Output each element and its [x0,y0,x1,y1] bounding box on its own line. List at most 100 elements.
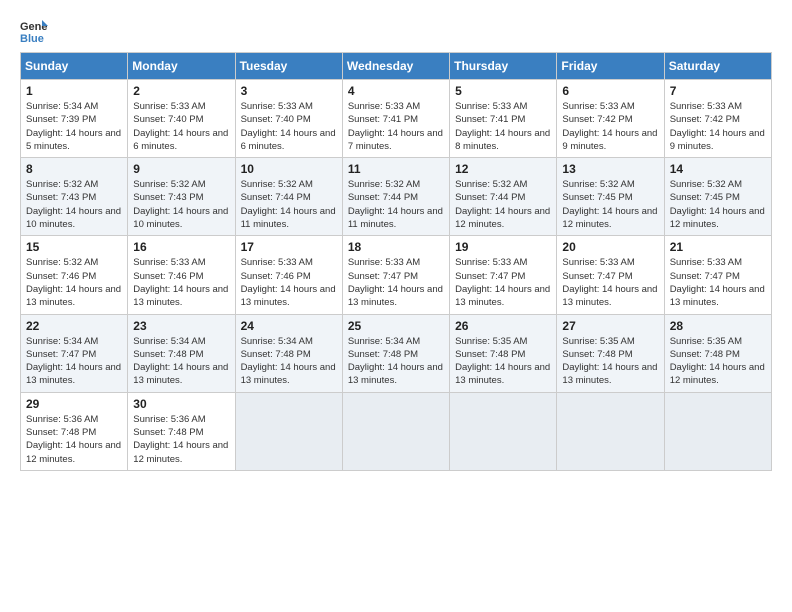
calendar-cell: 8 Sunrise: 5:32 AMSunset: 7:43 PMDaylight… [21,158,128,236]
daylight-label: Daylight: 14 hours and 11 minutes. [241,206,336,230]
sunset-label: Sunset: 7:46 PM [26,271,96,282]
calendar-cell: 18Sunrise: 5:33 AMSunset: 7:47 PMDayligh… [342,236,449,314]
daylight-label: Daylight: 14 hours and 13 minutes. [348,284,443,308]
daylight-label: Daylight: 14 hours and 12 minutes. [670,206,765,230]
sunrise-label: Sunrise: 5:32 AM [26,257,98,268]
col-header-saturday: Saturday [664,53,771,80]
daylight-label: Daylight: 14 hours and 10 minutes. [26,206,121,230]
daylight-label: Daylight: 14 hours and 13 minutes. [241,284,336,308]
sunset-label: Sunset: 7:40 PM [241,114,311,125]
calendar-cell: 3Sunrise: 5:33 AMSunset: 7:40 PMDaylight… [235,80,342,158]
sunset-label: Sunset: 7:48 PM [133,349,203,360]
svg-text:Blue: Blue [20,33,44,44]
day-number: 28 [670,319,766,333]
day-info: Sunrise: 5:35 AMSunset: 7:48 PMDaylight:… [670,335,766,388]
calendar-week-4: 22Sunrise: 5:34 AMSunset: 7:47 PMDayligh… [21,314,772,392]
day-info: Sunrise: 5:34 AMSunset: 7:48 PMDaylight:… [348,335,444,388]
day-info: Sunrise: 5:36 AMSunset: 7:48 PMDaylight:… [26,413,122,466]
day-number: 15 [26,240,122,254]
day-info: Sunrise: 5:33 AMSunset: 7:41 PMDaylight:… [455,100,551,153]
sunrise-label: Sunrise: 5:32 AM [133,179,205,190]
col-header-sunday: Sunday [21,53,128,80]
calendar-cell: 12Sunrise: 5:32 AMSunset: 7:44 PMDayligh… [450,158,557,236]
calendar-cell: 26Sunrise: 5:35 AMSunset: 7:48 PMDayligh… [450,314,557,392]
sunset-label: Sunset: 7:47 PM [455,271,525,282]
day-info: Sunrise: 5:33 AMSunset: 7:42 PMDaylight:… [670,100,766,153]
day-number: 2 [133,84,229,98]
day-info: Sunrise: 5:35 AMSunset: 7:48 PMDaylight:… [455,335,551,388]
header: General Blue [20,16,772,44]
calendar-cell [557,392,664,470]
day-info: Sunrise: 5:32 AMSunset: 7:43 PMDaylight:… [26,178,122,231]
calendar-week-3: 15 Sunrise: 5:32 AM Sunset: 7:46 PM Dayligh… [21,236,772,314]
col-header-thursday: Thursday [450,53,557,80]
sunset-label: Sunset: 7:47 PM [348,271,418,282]
daylight-label: Daylight: 14 hours and 13 minutes. [455,362,550,386]
daylight-label: Daylight: 14 hours and 8 minutes. [455,128,550,152]
day-info: Sunrise: 5:33 AMSunset: 7:47 PMDaylight:… [562,256,658,309]
calendar-cell: 21Sunrise: 5:33 AMSunset: 7:47 PMDayligh… [664,236,771,314]
day-number: 5 [455,84,551,98]
sunset-label: Sunset: 7:43 PM [133,192,203,203]
day-number: 6 [562,84,658,98]
daylight-label: Daylight: 14 hours and 13 minutes. [455,284,550,308]
day-info: Sunrise: 5:36 AMSunset: 7:48 PMDaylight:… [133,413,229,466]
sunset-label: Sunset: 7:47 PM [26,349,96,360]
sunrise-label: Sunrise: 5:33 AM [241,257,313,268]
calendar-cell: 4Sunrise: 5:33 AMSunset: 7:41 PMDaylight… [342,80,449,158]
calendar-cell: 13Sunrise: 5:32 AMSunset: 7:45 PMDayligh… [557,158,664,236]
day-info: Sunrise: 5:34 AMSunset: 7:48 PMDaylight:… [241,335,337,388]
day-info: Sunrise: 5:34 AMSunset: 7:48 PMDaylight:… [133,335,229,388]
sunset-label: Sunset: 7:41 PM [348,114,418,125]
day-info: Sunrise: 5:33 AMSunset: 7:42 PMDaylight:… [562,100,658,153]
daylight-label: Daylight: 14 hours and 12 minutes. [133,440,228,464]
sunrise-label: Sunrise: 5:34 AM [348,336,420,347]
day-info: Sunrise: 5:32 AMSunset: 7:44 PMDaylight:… [348,178,444,231]
sunset-label: Sunset: 7:48 PM [455,349,525,360]
sunset-label: Sunset: 7:48 PM [26,427,96,438]
calendar-cell: 20Sunrise: 5:33 AMSunset: 7:47 PMDayligh… [557,236,664,314]
daylight-label: Daylight: 14 hours and 13 minutes. [562,362,657,386]
sunset-label: Sunset: 7:41 PM [455,114,525,125]
calendar-cell [664,392,771,470]
calendar-cell [342,392,449,470]
daylight-label: Daylight: 14 hours and 12 minutes. [26,440,121,464]
sunset-label: Sunset: 7:48 PM [241,349,311,360]
daylight-label: Daylight: 14 hours and 13 minutes. [133,362,228,386]
calendar-header-row: SundayMondayTuesdayWednesdayThursdayFrid… [21,53,772,80]
calendar-cell: 24Sunrise: 5:34 AMSunset: 7:48 PMDayligh… [235,314,342,392]
day-info: Sunrise: 5:33 AMSunset: 7:40 PMDaylight:… [133,100,229,153]
sunrise-label: Sunrise: 5:34 AM [241,336,313,347]
sunset-label: Sunset: 7:48 PM [348,349,418,360]
day-number: 8 [26,162,122,176]
calendar-cell: 28 Sunrise: 5:35 AMSunset: 7:48 PMDayligh… [664,314,771,392]
calendar-cell: 1Sunrise: 5:34 AMSunset: 7:39 PMDaylight… [21,80,128,158]
sunset-label: Sunset: 7:48 PM [562,349,632,360]
calendar-cell: 19Sunrise: 5:33 AMSunset: 7:47 PMDayligh… [450,236,557,314]
daylight-label: Daylight: 14 hours and 13 minutes. [670,284,765,308]
sunrise-label: Sunrise: 5:33 AM [133,257,205,268]
sunrise-label: Sunrise: 5:33 AM [562,101,634,112]
daylight-label: Daylight: 14 hours and 10 minutes. [133,206,228,230]
day-number: 30 [133,397,229,411]
day-number: 17 [241,240,337,254]
day-number: 10 [241,162,337,176]
daylight-label: Daylight: 14 hours and 6 minutes. [133,128,228,152]
sunrise-label: Sunrise: 5:33 AM [348,257,420,268]
sunset-label: Sunset: 7:44 PM [348,192,418,203]
day-info: Sunrise: 5:34 AMSunset: 7:39 PMDaylight:… [26,100,122,153]
calendar-cell: 15Sunrise: 5:32 AMSunset: 7:46 PMDayligh… [21,236,128,314]
calendar-cell: 16Sunrise: 5:33 AMSunset: 7:46 PMDayligh… [128,236,235,314]
day-info: Sunrise: 5:33 AMSunset: 7:47 PMDaylight:… [455,256,551,309]
day-info: Sunrise: 5:32 AMSunset: 7:44 PMDaylight:… [241,178,337,231]
daylight-label: Daylight: 14 hours and 9 minutes. [562,128,657,152]
daylight-label: Daylight: 14 hours and 6 minutes. [241,128,336,152]
daylight-label: Daylight: 14 hours and 12 minutes. [670,362,765,386]
day-info: Sunrise: 5:33 AMSunset: 7:40 PMDaylight:… [241,100,337,153]
day-number: 13 [562,162,658,176]
sunrise-label: Sunrise: 5:33 AM [562,257,634,268]
sunrise-label: Sunrise: 5:36 AM [133,414,205,425]
day-info: Sunrise: 5:33 AMSunset: 7:41 PMDaylight:… [348,100,444,153]
calendar-cell: 6 Sunrise: 5:33 AMSunset: 7:42 PMDaylight… [557,80,664,158]
col-header-tuesday: Tuesday [235,53,342,80]
